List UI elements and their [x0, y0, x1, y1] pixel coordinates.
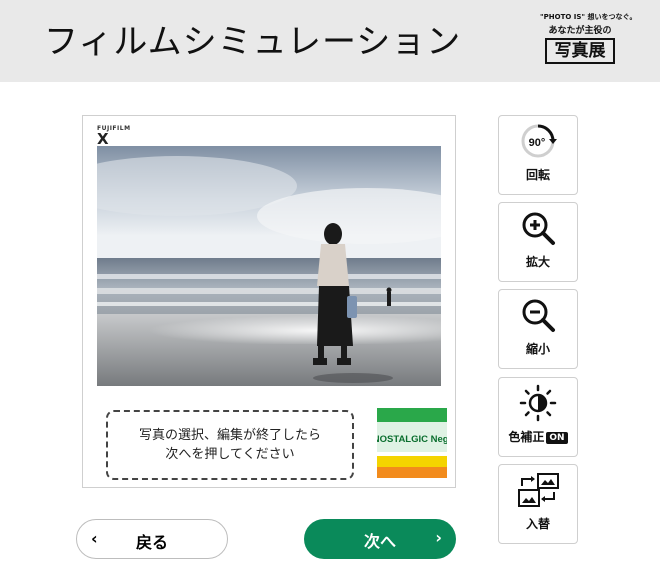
zoom-out-label: 縮小 [525, 342, 550, 356]
print-preview-frame: FUJIFILM X 写真の選択、編集が終了したら 次へを押してください NOS… [82, 115, 456, 488]
zoom-out-button[interactable]: 縮小 [498, 289, 578, 369]
back-label: 戻る [135, 533, 168, 552]
back-button[interactable]: ‹ 戻る [76, 519, 228, 559]
zoom-in-icon [499, 203, 577, 253]
color-correction-button[interactable]: 色補正 ON [498, 377, 578, 457]
header-bar: フィルムシミュレーション "PHOTO IS" 想いをつなぐ。 あなたが主役の … [0, 0, 660, 82]
logo-tagline: "PHOTO IS" 想いをつなぐ。 [540, 13, 637, 21]
next-label: 次へ [363, 532, 396, 551]
instruction-message: 写真の選択、編集が終了したら 次へを押してください [106, 410, 354, 480]
color-correction-text: 色補正 [508, 430, 545, 444]
swap-button[interactable]: 入替 [498, 464, 578, 544]
page-title: フィルムシミュレーション [44, 22, 462, 62]
color-correction-label: 色補正 ON [499, 428, 577, 445]
zoom-out-icon [499, 290, 577, 340]
rotate-degree-text: 90° [529, 137, 546, 149]
beach-photo-image [97, 146, 441, 386]
chevron-right-icon: › [435, 528, 442, 547]
rotate-icon: 90° [499, 116, 577, 166]
film-simulation-badge: NOSTALGIC Neg. [373, 408, 451, 478]
status-badge: ON [546, 432, 568, 444]
film-label: NOSTALGIC Neg. [377, 434, 447, 445]
logo-main: 写真展 [545, 38, 615, 64]
instruction-line-1: 写真の選択、編集が終了したら [138, 428, 321, 443]
bag-shape [347, 296, 357, 318]
zoom-in-button[interactable]: 拡大 [498, 202, 578, 282]
preview-photo[interactable] [97, 146, 441, 386]
exhibition-logo: "PHOTO IS" 想いをつなぐ。 あなたが主役の 写真展 [540, 12, 637, 68]
swap-images-icon [499, 465, 577, 515]
zoom-in-label: 拡大 [525, 255, 550, 269]
rotate-button[interactable]: 90° 回転 [498, 115, 578, 195]
next-button[interactable]: 次へ › [304, 519, 456, 559]
logo-subtitle: あなたが主役の [548, 26, 612, 36]
rotate-label: 回転 [525, 168, 550, 182]
brightness-icon [499, 378, 577, 428]
swap-label: 入替 [525, 517, 550, 531]
instruction-line-2: 次へを押してください [165, 447, 295, 462]
